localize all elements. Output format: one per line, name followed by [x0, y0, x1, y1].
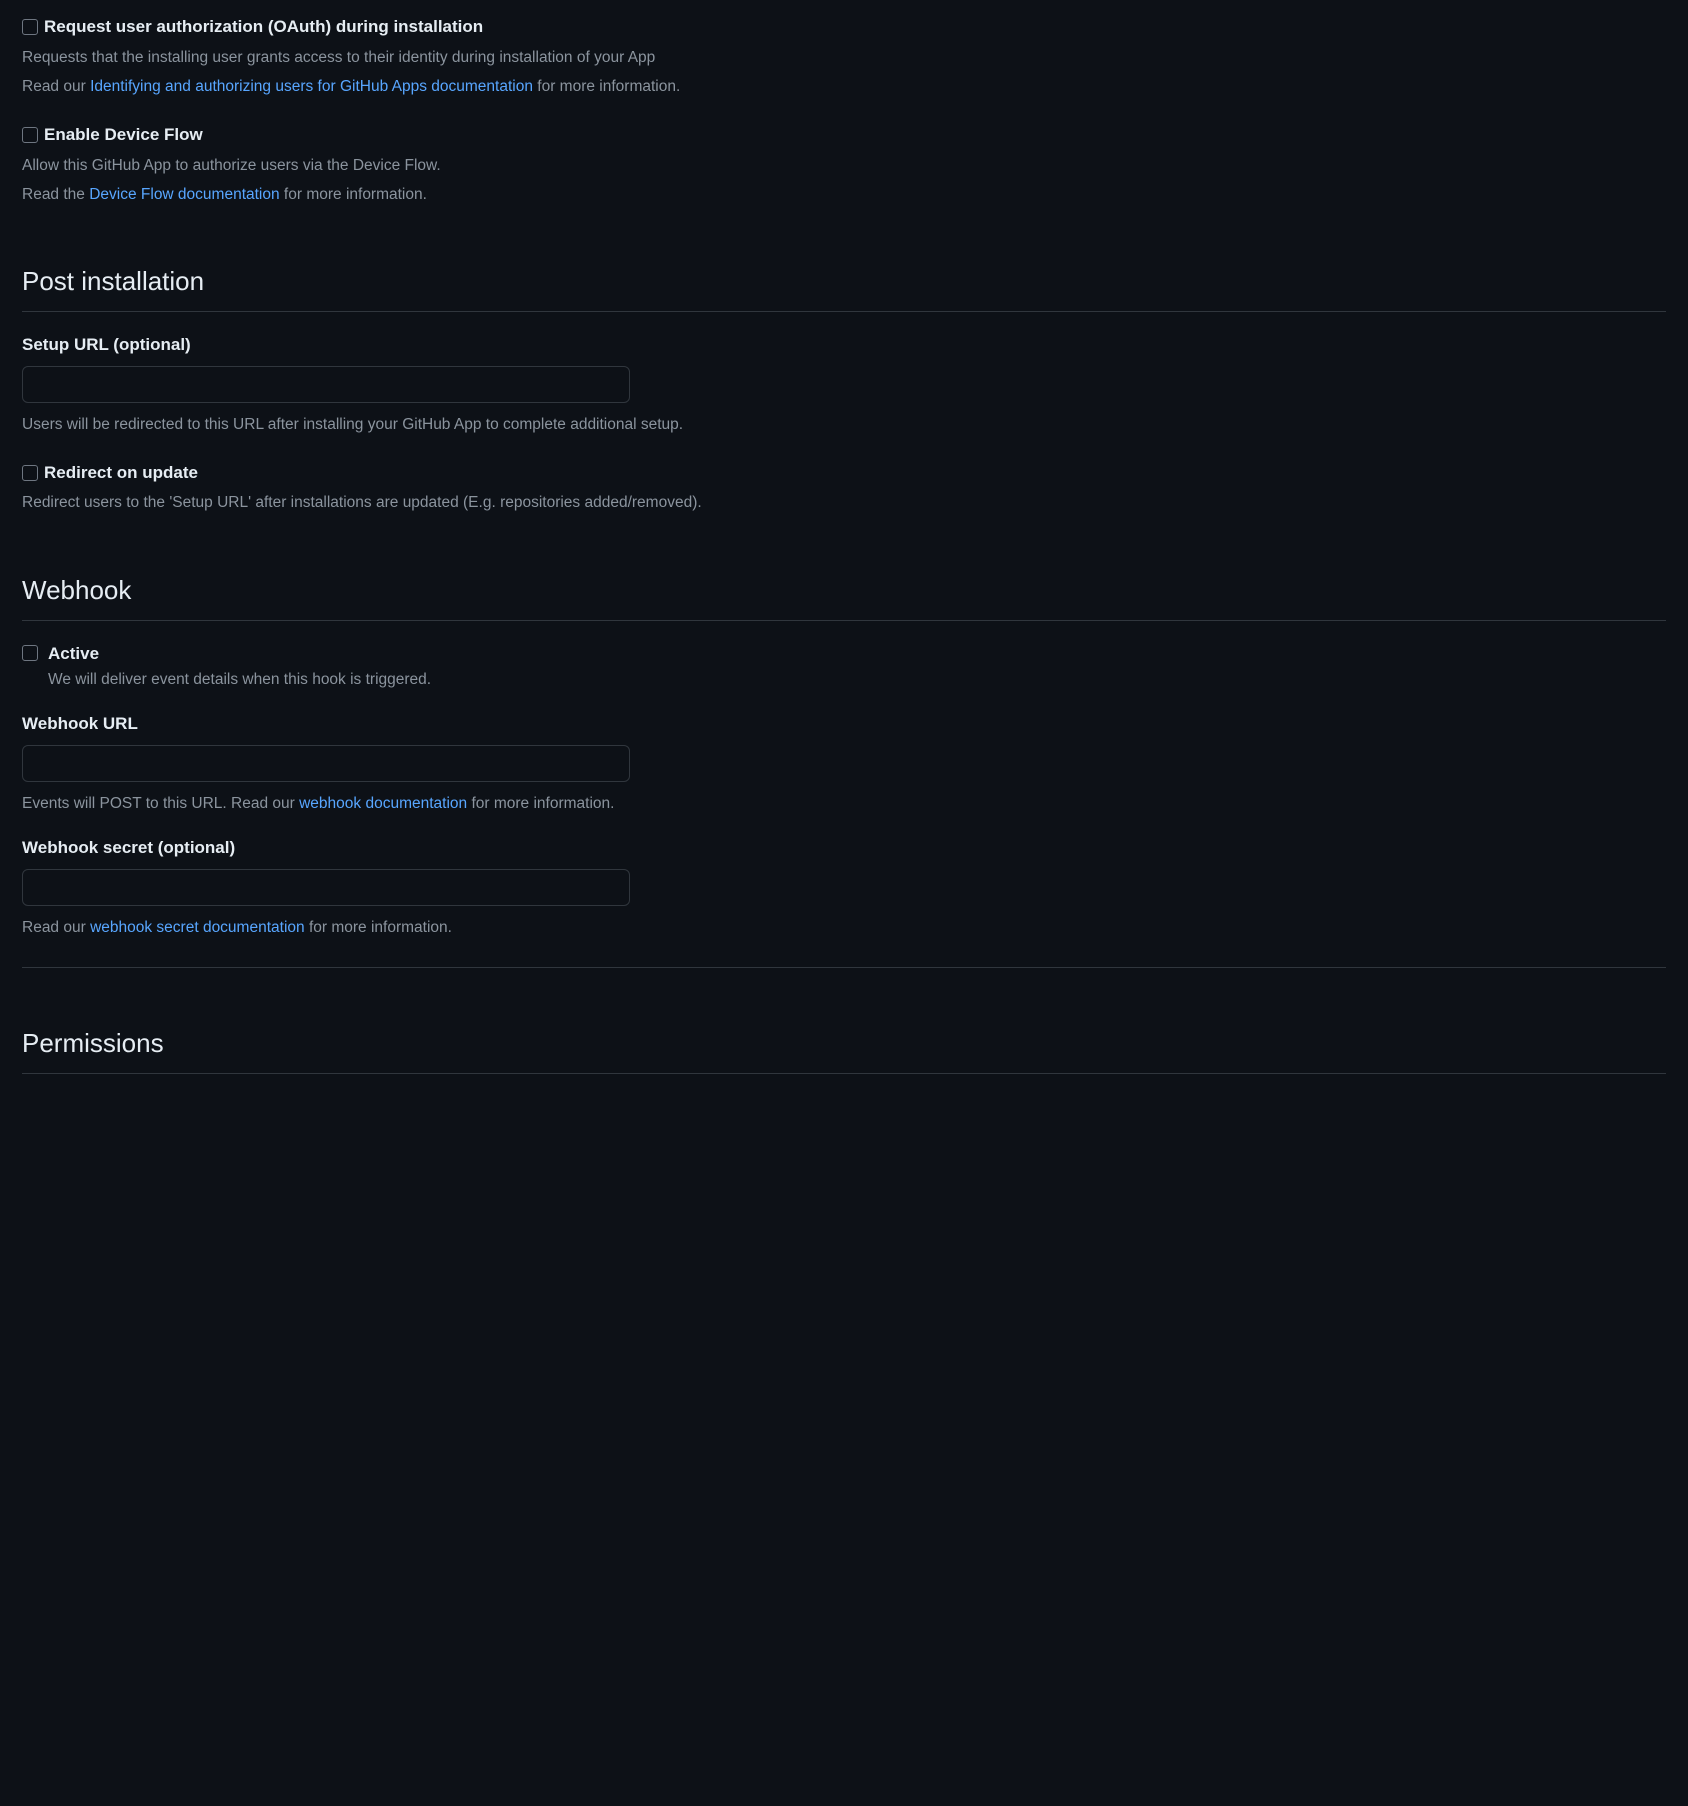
oauth-more-info: for more information. [533, 78, 680, 95]
device-flow-read-the: Read the [22, 186, 89, 203]
device-flow-more-info: for more information. [280, 186, 427, 203]
webhook-secret-desc-prefix: Read our [22, 919, 90, 936]
redirect-on-update-label[interactable]: Redirect on update [44, 460, 198, 486]
device-flow-group: Enable Device Flow Allow this GitHub App… [22, 122, 1666, 206]
setup-url-label: Setup URL (optional) [22, 332, 1666, 358]
webhook-heading: Webhook [22, 571, 1666, 621]
webhook-url-desc-line: Events will POST to this URL. Read our w… [22, 792, 1666, 815]
webhook-active-label[interactable]: Active [48, 641, 431, 667]
webhook-secret-desc-line: Read our webhook secret documentation fo… [22, 916, 1666, 939]
setup-url-input[interactable] [22, 366, 630, 403]
webhook-url-desc-prefix: Events will POST to this URL. Read our [22, 795, 299, 812]
permissions-heading: Permissions [22, 1024, 1666, 1074]
webhook-active-desc: We will deliver event details when this … [48, 668, 431, 691]
oauth-request-doc-line: Read our Identifying and authorizing use… [22, 75, 1666, 98]
post-installation-heading: Post installation [22, 262, 1666, 312]
webhook-divider [22, 967, 1666, 968]
device-flow-doc-link[interactable]: Device Flow documentation [89, 186, 279, 203]
webhook-active-group: Active We will deliver event details whe… [22, 641, 1666, 692]
device-flow-desc: Allow this GitHub App to authorize users… [22, 154, 1666, 177]
device-flow-checkbox[interactable] [22, 127, 38, 143]
webhook-active-checkbox[interactable] [22, 645, 38, 661]
webhook-url-doc-link[interactable]: webhook documentation [299, 795, 467, 812]
device-flow-doc-line: Read the Device Flow documentation for m… [22, 183, 1666, 206]
oauth-request-checkbox[interactable] [22, 19, 38, 35]
webhook-url-input[interactable] [22, 745, 630, 782]
oauth-request-desc: Requests that the installing user grants… [22, 46, 1666, 69]
device-flow-label[interactable]: Enable Device Flow [44, 122, 203, 148]
oauth-request-label[interactable]: Request user authorization (OAuth) durin… [44, 14, 483, 40]
webhook-secret-doc-link[interactable]: webhook secret documentation [90, 919, 305, 936]
oauth-doc-link[interactable]: Identifying and authorizing users for Gi… [90, 78, 533, 95]
redirect-on-update-group: Redirect on update Redirect users to the… [22, 460, 1666, 515]
redirect-on-update-desc: Redirect users to the 'Setup URL' after … [22, 491, 1666, 514]
webhook-secret-input[interactable] [22, 869, 630, 906]
webhook-secret-label: Webhook secret (optional) [22, 835, 1666, 861]
oauth-read-our: Read our [22, 78, 90, 95]
redirect-on-update-checkbox[interactable] [22, 465, 38, 481]
webhook-secret-desc-suffix: for more information. [305, 919, 452, 936]
setup-url-desc: Users will be redirected to this URL aft… [22, 413, 1666, 436]
webhook-url-desc-suffix: for more information. [467, 795, 614, 812]
oauth-request-group: Request user authorization (OAuth) durin… [22, 14, 1666, 98]
webhook-url-label: Webhook URL [22, 711, 1666, 737]
